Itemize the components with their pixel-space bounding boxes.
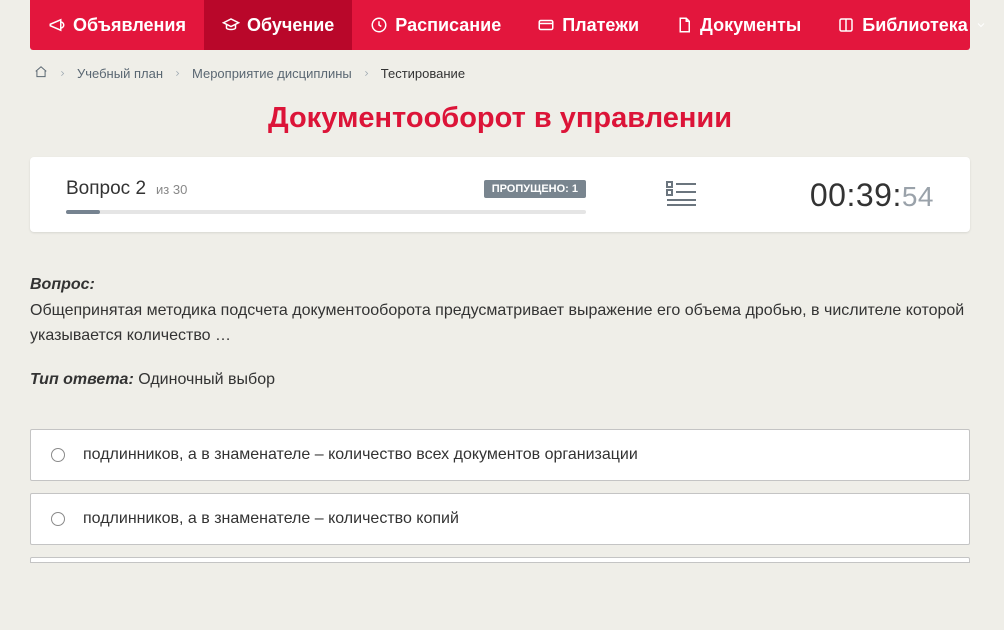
radio-icon — [51, 512, 65, 526]
chevron-right-icon — [173, 66, 182, 81]
timer: 00:39:54 — [810, 177, 934, 214]
nav-label: Расписание — [395, 15, 501, 36]
answer-option-text: подлинников, а в знаменателе – количеств… — [83, 510, 459, 528]
answer-option[interactable]: подлинников, а в знаменателе – количеств… — [30, 493, 970, 545]
nav-schedule[interactable]: Расписание — [352, 0, 519, 50]
nav-payments[interactable]: Платежи — [519, 0, 657, 50]
nav-education[interactable]: Обучение — [204, 0, 352, 50]
card-icon — [537, 16, 555, 34]
nav-documents[interactable]: Документы — [657, 0, 819, 50]
home-icon[interactable] — [34, 65, 48, 82]
clock-icon — [370, 16, 388, 34]
nav-announcements[interactable]: Объявления — [30, 0, 204, 50]
status-panel: Вопрос 2 из 30 ПРОПУЩЕНО: 1 — [30, 157, 970, 232]
breadcrumb-link[interactable]: Учебный план — [77, 66, 163, 81]
question-total: из 30 — [156, 182, 187, 197]
chevron-right-icon — [58, 66, 67, 81]
skipped-badge: ПРОПУЩЕНО: 1 — [484, 180, 586, 198]
answer-option-text: подлинников, а в знаменателе – количеств… — [83, 446, 638, 464]
question-counter: Вопрос 2 — [66, 178, 146, 200]
nav-label: Обучение — [247, 15, 334, 36]
question-label: Вопрос: — [30, 272, 970, 298]
question-text-block: Вопрос: Общепринятая методика подсчета д… — [30, 272, 970, 349]
nav-label: Платежи — [562, 15, 639, 36]
page-title: Документооборот в управлении — [30, 102, 970, 135]
chevron-down-icon — [975, 19, 987, 31]
nav-label: Библиотека — [862, 15, 968, 36]
top-nav: Объявления Обучение Расписание Платежи — [30, 0, 970, 50]
megaphone-icon — [48, 16, 66, 34]
nav-label: Документы — [700, 15, 801, 36]
answer-option[interactable]: подлинников, а в знаменателе – количеств… — [30, 429, 970, 481]
nav-library[interactable]: Библиотека — [819, 0, 1004, 50]
question-list-icon[interactable] — [666, 180, 696, 211]
progress-bar — [66, 210, 586, 214]
document-icon — [675, 16, 693, 34]
breadcrumb-current: Тестирование — [381, 66, 465, 81]
radio-icon — [51, 448, 65, 462]
breadcrumb-link[interactable]: Мероприятие дисциплины — [192, 66, 352, 81]
question-body: Общепринятая методика подсчета документо… — [30, 298, 970, 349]
nav-label: Объявления — [73, 15, 186, 36]
answer-type: Тип ответа: Одиночный выбор — [30, 371, 970, 389]
library-icon — [837, 16, 855, 34]
education-icon — [222, 16, 240, 34]
chevron-right-icon — [362, 66, 371, 81]
breadcrumb: Учебный план Мероприятие дисциплины Тест… — [30, 50, 970, 96]
